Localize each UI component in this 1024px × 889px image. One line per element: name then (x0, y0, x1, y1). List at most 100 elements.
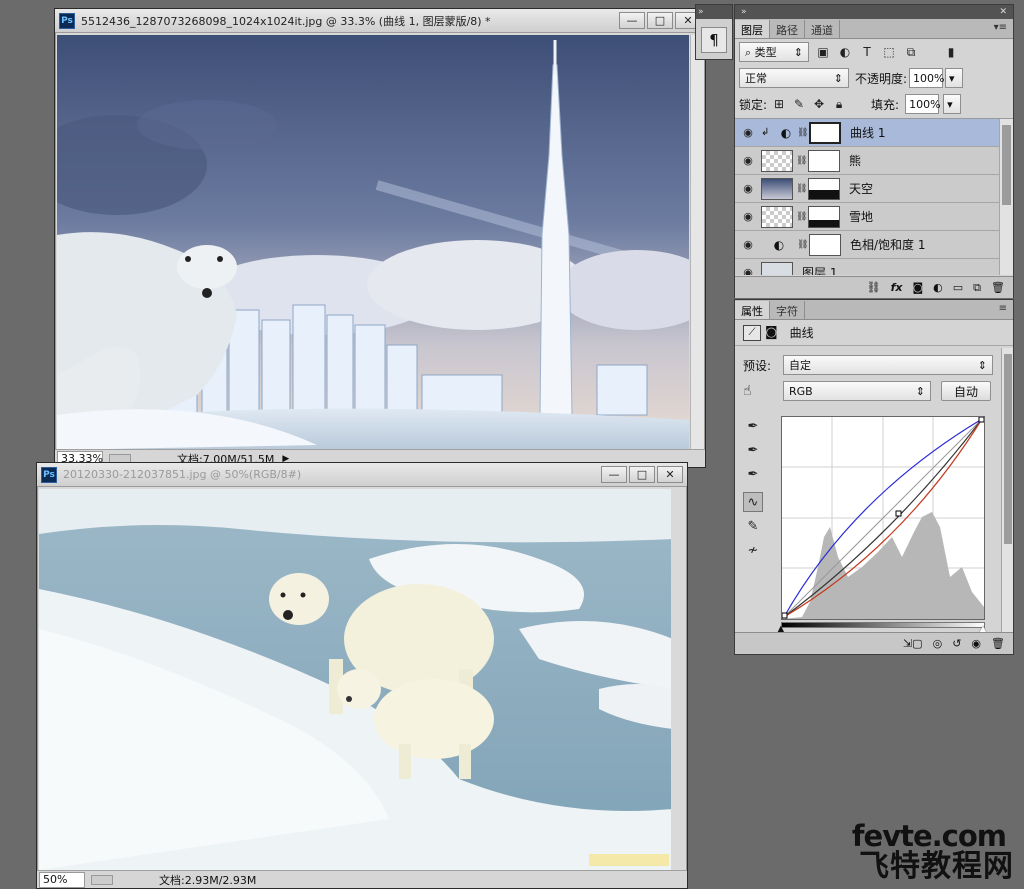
layer-row-snow[interactable]: ◉ ⛓ 雪地 (735, 203, 999, 231)
visibility-eye-icon[interactable]: ◉ (735, 154, 761, 167)
opacity-dropdown-button[interactable]: ▾ (945, 68, 964, 88)
visibility-eye-icon[interactable]: ◉ (735, 266, 761, 275)
canvas-image-arctic-city[interactable] (57, 35, 689, 450)
curve-point-tool-icon[interactable]: ∿ (743, 492, 763, 512)
trash-icon[interactable]: 🗑︎ (991, 637, 1005, 650)
document-title-bar[interactable]: Ps 20120330-212037851.jpg @ 50%(RGB/8#) … (37, 463, 687, 487)
on-image-adjust-icon[interactable]: ☝ (743, 383, 783, 399)
reset-icon[interactable]: ↺ (952, 637, 961, 650)
paragraph-button[interactable]: ¶ (701, 27, 727, 53)
pencil-tool-icon[interactable]: ✎ (743, 516, 763, 536)
shape-filter-icon[interactable]: ⬚ (881, 44, 897, 60)
properties-scrollbar[interactable] (1001, 348, 1013, 632)
layer-mask-thumbnail[interactable] (809, 233, 841, 256)
mask-icon[interactable]: ◙ (912, 281, 923, 294)
layer-mask-thumbnail[interactable] (808, 177, 840, 200)
visibility-eye-icon[interactable]: ◉ (735, 210, 761, 223)
layer-thumbnail[interactable] (761, 149, 793, 172)
smooth-curve-icon[interactable]: ≁ (743, 540, 763, 560)
panel-top-bar[interactable]: » ✕ (735, 5, 1013, 19)
tab-paths[interactable]: 路径 (770, 20, 805, 38)
minimize-button[interactable]: — (619, 12, 645, 29)
layer-thumbnail[interactable] (761, 261, 793, 275)
clip-to-layer-icon[interactable]: ⇲▢ (903, 637, 923, 650)
view-previous-icon[interactable]: ◎ (933, 637, 943, 650)
link-chain-icon[interactable]: ⛓ (796, 212, 807, 222)
fill-dropdown-button[interactable]: ▾ (943, 94, 962, 114)
paragraph-panel: » ¶ (695, 4, 733, 60)
canvas-image-polar-bears[interactable] (39, 489, 671, 870)
layer-row-bear[interactable]: ◉ ⛓ 熊 (735, 147, 999, 175)
tab-character[interactable]: 字符 (770, 301, 805, 319)
close-panel-icon[interactable]: ✕ (999, 7, 1007, 17)
zoom-field[interactable]: 50% (39, 871, 85, 888)
visibility-eye-icon[interactable]: ◉ (971, 637, 981, 650)
vertical-scrollbar[interactable] (690, 35, 704, 450)
layer-thumbnail[interactable] (761, 177, 793, 200)
layers-tabs: 图层 路径 通道 ▾≡ (735, 19, 1013, 39)
link-chain-icon[interactable]: ⛓ (796, 184, 807, 194)
visibility-eye-icon[interactable]: ◉ (735, 182, 761, 195)
preset-select[interactable]: 自定 ⇕ (783, 355, 993, 375)
pixel-filter-icon[interactable]: ▣ (815, 44, 831, 60)
collapse-icon[interactable]: » (741, 7, 747, 17)
filter-toggle-icon[interactable]: ▮ (943, 44, 959, 60)
document-window-1[interactable]: Ps 5512436_1287073268098_1024x1024it.jpg… (54, 8, 706, 468)
link-icon[interactable]: ⛓ (867, 281, 881, 294)
scroll-thumb[interactable] (1004, 354, 1012, 544)
document-title-bar[interactable]: Ps 5512436_1287073268098_1024x1024it.jpg… (55, 9, 705, 33)
type-filter-icon[interactable]: T (859, 44, 875, 60)
tab-channels[interactable]: 通道 (805, 20, 840, 38)
minimize-button[interactable]: — (601, 466, 627, 483)
layer-row-layer1[interactable]: ◉ 图层 1 (735, 259, 999, 275)
channel-select[interactable]: RGB ⇕ (783, 381, 931, 401)
chevron-down-icon: ▾ (949, 71, 955, 85)
chevron-icon: ⇕ (977, 358, 987, 372)
auto-button[interactable]: 自动 (941, 381, 991, 401)
layer-row-curves[interactable]: ◉ ↲ ◐ ⛓ 曲线 1 (735, 119, 999, 147)
layer-thumbnail[interactable] (761, 205, 793, 228)
lock-pixels-icon[interactable]: ✎ (791, 96, 807, 112)
fx-icon[interactable]: fx (891, 281, 903, 294)
document-window-2[interactable]: Ps 20120330-212037851.jpg @ 50%(RGB/8#) … (36, 462, 688, 889)
visibility-eye-icon[interactable]: ◉ (735, 126, 761, 139)
adjustment-icon[interactable]: ◐ (933, 281, 943, 294)
layer-filter-select[interactable]: ⌕ 类型 ⇕ (739, 42, 809, 62)
layer-name: 图层 1 (802, 266, 838, 275)
lock-position-icon[interactable]: ✥ (811, 96, 827, 112)
white-point-eyedropper-icon[interactable]: ✒ (743, 464, 763, 484)
adjustment-filter-icon[interactable]: ◐ (837, 44, 853, 60)
curves-graph[interactable] (781, 416, 985, 620)
trash-icon[interactable]: 🗑︎ (991, 281, 1005, 294)
collapse-icon[interactable]: » (698, 7, 704, 17)
fill-input[interactable]: 100% (905, 94, 941, 114)
lock-all-icon[interactable]: 🔒︎ (831, 96, 847, 112)
panel-top-bar[interactable]: » (696, 5, 732, 19)
layer-row-sky[interactable]: ◉ ⛓ 天空 (735, 175, 999, 203)
blend-mode-select[interactable]: 正常 ⇕ (739, 68, 849, 88)
layer-mask-thumbnail[interactable] (808, 149, 840, 172)
layer-mask-thumbnail[interactable] (809, 121, 841, 144)
link-chain-icon[interactable]: ⛓ (796, 156, 807, 166)
lock-transparent-icon[interactable]: ⊞ (771, 96, 787, 112)
gray-point-eyedropper-icon[interactable]: ✒ (743, 440, 763, 460)
tab-layers[interactable]: 图层 (735, 20, 770, 38)
link-chain-icon[interactable]: ⛓ (797, 128, 808, 138)
close-button[interactable]: ✕ (657, 466, 683, 483)
maximize-button[interactable]: □ (629, 466, 655, 483)
tab-properties[interactable]: 属性 (735, 301, 770, 319)
link-chain-icon[interactable]: ⛓ (797, 240, 808, 250)
panel-menu-icon[interactable]: ≡ (999, 303, 1007, 314)
folder-icon[interactable]: ▭ (953, 281, 963, 294)
opacity-input[interactable]: 100% (909, 68, 945, 88)
panel-menu-icon[interactable]: ▾≡ (994, 22, 1007, 33)
new-layer-icon[interactable]: ⧉ (973, 281, 981, 295)
maximize-button[interactable]: □ (647, 12, 673, 29)
black-point-eyedropper-icon[interactable]: ✒ (743, 416, 763, 436)
visibility-eye-icon[interactable]: ◉ (735, 238, 761, 251)
layer-mask-thumbnail[interactable] (808, 205, 840, 228)
smart-object-filter-icon[interactable]: ⧉ (903, 44, 919, 60)
layers-scrollbar[interactable] (999, 119, 1013, 275)
layer-row-hue-saturation[interactable]: ◉ ◐ ⛓ 色相/饱和度 1 (735, 231, 999, 259)
scroll-thumb[interactable] (1002, 125, 1011, 205)
